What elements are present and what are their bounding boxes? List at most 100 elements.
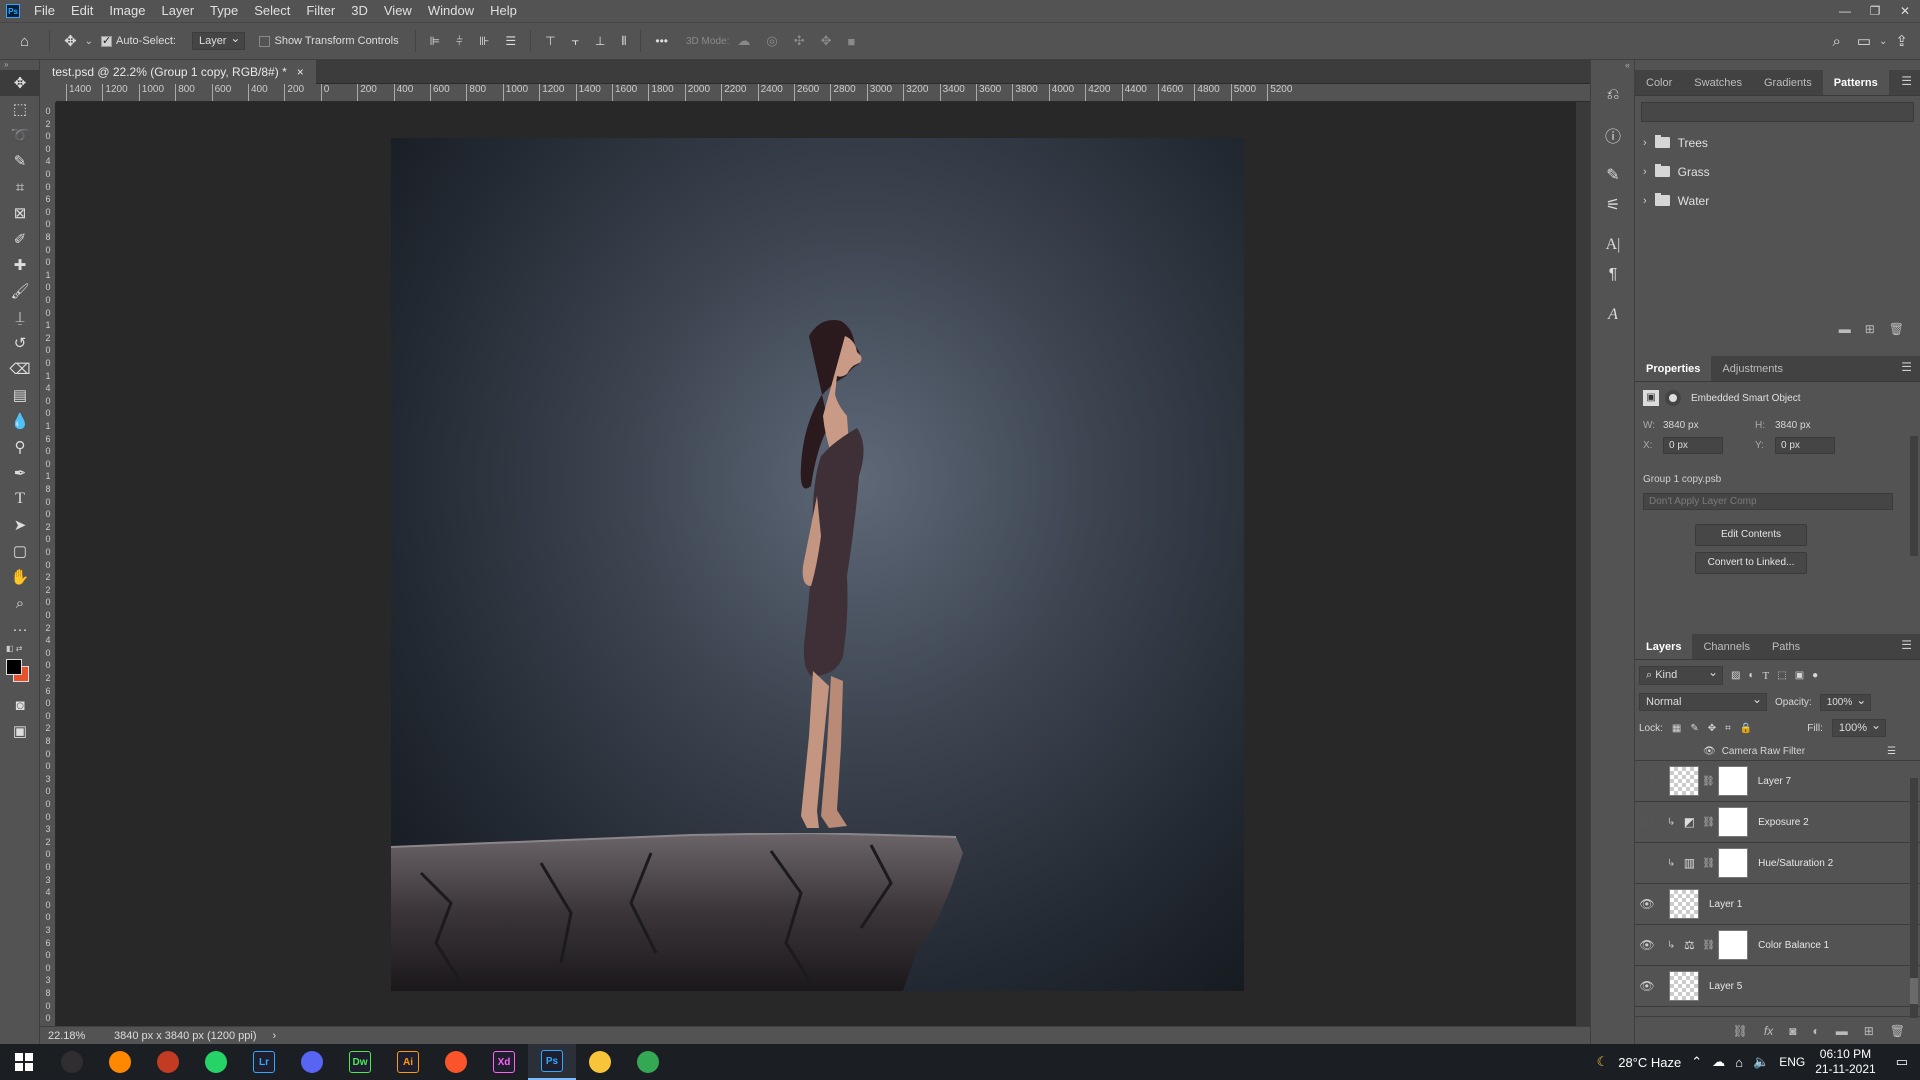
layer-name[interactable]: Hue/Saturation 2: [1758, 858, 1833, 869]
more-tools-icon[interactable]: ···: [0, 616, 40, 642]
lock-pixels-icon[interactable]: ✎: [1690, 723, 1698, 734]
pattern-group-grass[interactable]: › Grass: [1635, 157, 1920, 186]
taskbar-dreamweaver[interactable]: Dw: [336, 1044, 384, 1080]
menu-filter[interactable]: Filter: [298, 0, 343, 22]
visibility-toggle[interactable]: [1641, 857, 1653, 869]
menu-layer[interactable]: Layer: [154, 0, 203, 22]
exposure-icon[interactable]: ◩: [1679, 815, 1699, 829]
fx-icon[interactable]: fx: [1764, 1024, 1773, 1038]
close-icon[interactable]: ✕: [1890, 0, 1920, 22]
document-canvas[interactable]: [391, 138, 1244, 991]
crop-tool-icon[interactable]: ⌗: [0, 174, 40, 200]
layer-thumbnail[interactable]: [1669, 766, 1699, 796]
frame-tool-icon[interactable]: ⊠: [0, 200, 40, 226]
tab-paths[interactable]: Paths: [1761, 634, 1811, 659]
align-left-icon[interactable]: ⊫: [422, 34, 448, 48]
lock-transparent-icon[interactable]: ▦: [1672, 723, 1681, 734]
layer-thumbnail[interactable]: [1669, 971, 1699, 1001]
lock-all-icon[interactable]: 🔒: [1740, 723, 1752, 734]
foreground-color-swatch[interactable]: [6, 659, 22, 675]
taskbar-whatsapp[interactable]: [192, 1044, 240, 1080]
tab-channels[interactable]: Channels: [1692, 634, 1760, 659]
lock-position-icon[interactable]: ✥: [1708, 723, 1716, 734]
pattern-group-trees[interactable]: › Trees: [1635, 128, 1920, 157]
document-tab[interactable]: test.psd @ 22.2% (Group 1 copy, RGB/8#) …: [40, 60, 316, 84]
panel-menu-icon[interactable]: ☰: [1901, 360, 1912, 374]
layer-mask-thumbnail[interactable]: [1718, 848, 1749, 878]
restore-icon[interactable]: ❐: [1860, 0, 1890, 22]
filter-adjustment-icon[interactable]: ◐: [1748, 670, 1754, 681]
layer-mask-thumbnail[interactable]: [1717, 766, 1748, 796]
show-hidden-icons-icon[interactable]: ⌃: [1691, 1054, 1702, 1070]
link-layers-icon[interactable]: ⛓: [1733, 1024, 1748, 1038]
move-tool-icon[interactable]: ✥: [0, 70, 40, 96]
layer-row[interactable]: ⛓ Layer 7: [1635, 761, 1920, 802]
eye-icon[interactable]: 👁: [1703, 746, 1716, 757]
blur-tool-icon[interactable]: 💧: [0, 408, 40, 434]
chevron-right-icon[interactable]: ›: [1643, 195, 1647, 207]
chain-link-icon[interactable]: ⛓: [1702, 940, 1715, 951]
character-icon[interactable]: A|: [1591, 230, 1635, 260]
tab-adjustments[interactable]: Adjustments: [1711, 356, 1794, 381]
lock-artboard-icon[interactable]: ⌗: [1725, 723, 1731, 734]
filter-shape-icon[interactable]: ⬚: [1777, 670, 1786, 681]
tab-gradients[interactable]: Gradients: [1753, 70, 1823, 95]
info-icon[interactable]: ⓘ: [1591, 120, 1635, 150]
distribute-icon[interactable]: ☰: [497, 34, 524, 48]
chevron-right-icon[interactable]: ›: [1643, 137, 1647, 149]
chain-link-icon[interactable]: ⛓: [1702, 817, 1715, 828]
menu-help[interactable]: Help: [482, 0, 525, 22]
hue-saturation-icon[interactable]: ▥: [1679, 856, 1699, 870]
chevron-down-icon[interactable]: ⌄: [85, 36, 93, 47]
chevron-right-icon[interactable]: ›: [1643, 166, 1647, 178]
share-icon[interactable]: ⇪: [1887, 32, 1920, 50]
path-selection-icon[interactable]: ➤: [0, 512, 40, 538]
menu-window[interactable]: Window: [420, 0, 482, 22]
taskbar-chrome[interactable]: [624, 1044, 672, 1080]
magic-wand-icon[interactable]: ✎: [0, 148, 40, 174]
horizontal-ruler[interactable]: 1400 1200 1000 800 600 400 200 0 200 400 600 800 100…: [56, 84, 1590, 102]
panel-menu-icon[interactable]: ☰: [1901, 638, 1912, 652]
filter-pixel-icon[interactable]: ▨: [1731, 670, 1740, 681]
height-value[interactable]: 3840 px: [1775, 420, 1811, 431]
new-layer-icon[interactable]: ⊞: [1864, 1024, 1874, 1038]
pen-tool-icon[interactable]: ✒: [0, 460, 40, 486]
language-indicator[interactable]: ENG: [1779, 1055, 1805, 1069]
weather-icon[interactable]: ☾: [1597, 1054, 1609, 1070]
align-middle-icon[interactable]: ⫟: [564, 34, 587, 49]
align-top-icon[interactable]: ⊤: [537, 34, 563, 48]
taskbar-vlc[interactable]: [96, 1044, 144, 1080]
menu-image[interactable]: Image: [101, 0, 153, 22]
layer-name[interactable]: Layer 7: [1758, 776, 1791, 787]
layer-mask-thumbnail[interactable]: [1718, 807, 1749, 837]
layer-row[interactable]: 👁 Layer 5: [1635, 966, 1920, 1007]
align-right-icon[interactable]: ⊪: [471, 34, 497, 48]
eye-icon[interactable]: 👁: [1635, 938, 1659, 952]
dodge-tool-icon[interactable]: ⚲: [0, 434, 40, 460]
show-transform-checkbox[interactable]: [259, 35, 271, 47]
layer-name[interactable]: Color Balance 1: [1758, 940, 1829, 951]
eyedropper-icon[interactable]: ✐: [0, 226, 40, 252]
tab-swatches[interactable]: Swatches: [1683, 70, 1753, 95]
canvas-scrollbar[interactable]: [1576, 102, 1590, 1026]
taskbar-photos[interactable]: [144, 1044, 192, 1080]
taskbar-windows-start[interactable]: [0, 1044, 48, 1080]
brush-settings-icon[interactable]: ✎: [1591, 160, 1635, 190]
zoom-level[interactable]: 22.18%: [40, 1030, 100, 1042]
taskbar-illustrator[interactable]: Ai: [384, 1044, 432, 1080]
lasso-tool-icon[interactable]: ➰: [0, 122, 40, 148]
collapse-panels-icon[interactable]: «: [1591, 60, 1634, 76]
healing-brush-icon[interactable]: ✚: [0, 252, 40, 278]
filter-options-icon[interactable]: ☰: [1887, 746, 1896, 757]
minimize-icon[interactable]: —: [1830, 0, 1860, 22]
taskbar-brave[interactable]: [432, 1044, 480, 1080]
zoom-tool-icon[interactable]: ⌕: [0, 590, 40, 616]
layer-row[interactable]: 👁 ↳ ⚖ ⛓ Color Balance 1: [1635, 925, 1920, 966]
move-tool-icon[interactable]: ✥: [56, 32, 85, 50]
taskbar-photoshop[interactable]: Ps: [528, 1044, 576, 1080]
history-brush-icon[interactable]: ↺: [0, 330, 40, 356]
menu-file[interactable]: File: [26, 0, 63, 22]
search-icon[interactable]: ⌕: [1824, 33, 1848, 50]
menu-type[interactable]: Type: [202, 0, 246, 22]
auto-select-target-dropdown[interactable]: Layer: [191, 31, 246, 50]
